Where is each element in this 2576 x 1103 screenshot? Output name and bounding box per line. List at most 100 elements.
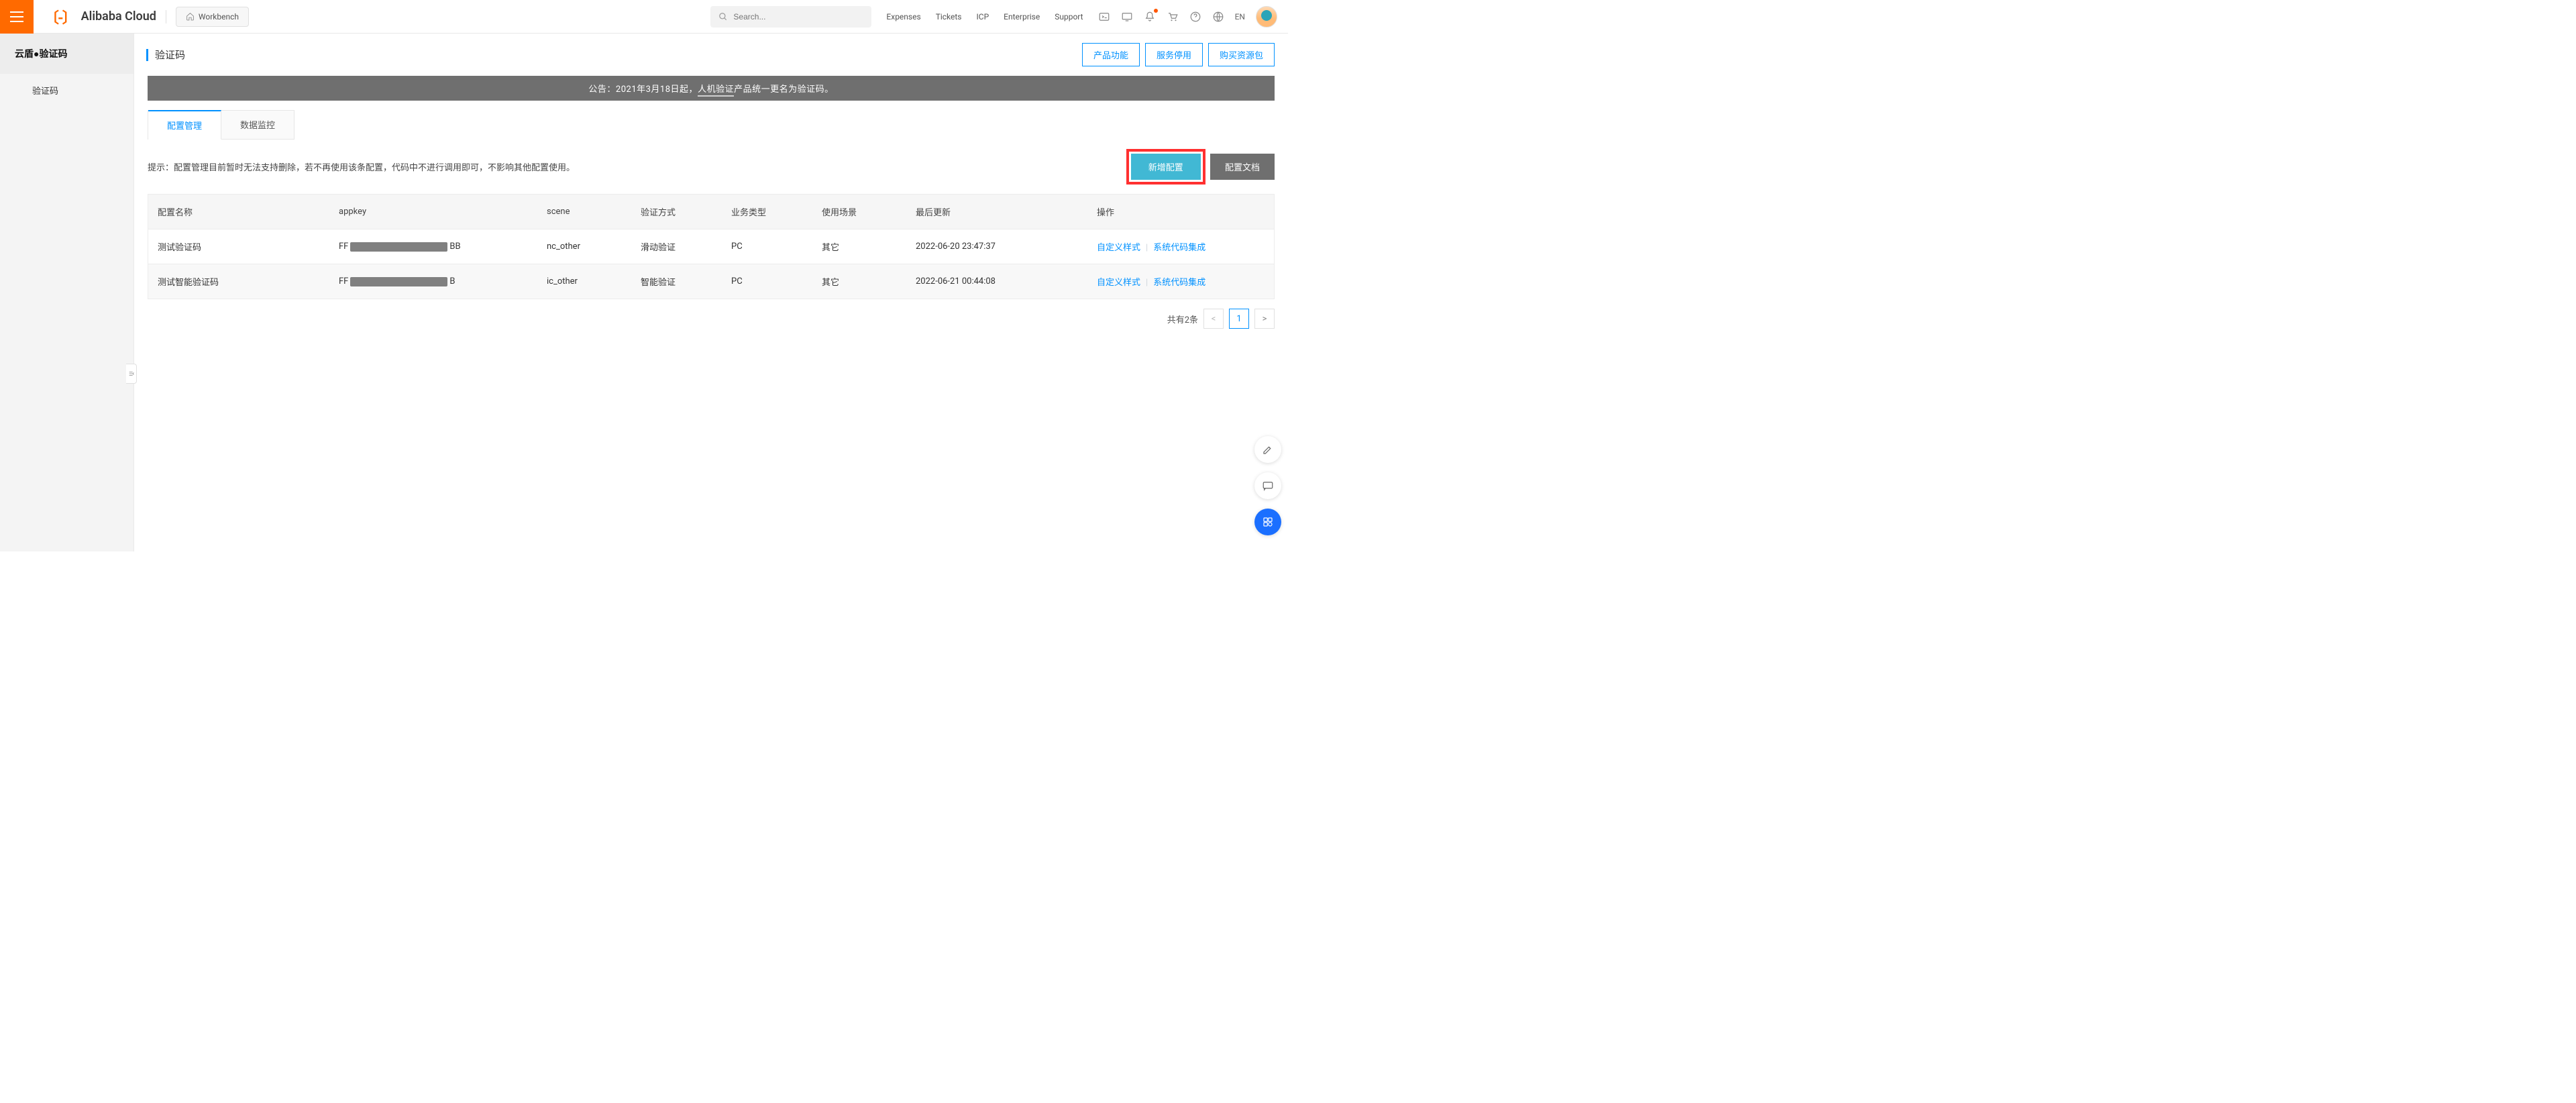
- th-time: 最后更新: [906, 195, 1087, 229]
- hamburger-menu-button[interactable]: [0, 0, 34, 34]
- logo-text: Alibaba Cloud: [81, 9, 156, 23]
- appkey-suffix: BB: [449, 242, 460, 252]
- cart-icon[interactable]: [1167, 11, 1179, 23]
- op-separator: |: [1146, 278, 1148, 288]
- cell-biz: PC: [722, 231, 812, 262]
- appkey-suffix: B: [449, 276, 455, 286]
- notification-dot: [1154, 9, 1158, 13]
- redacted-block: [350, 242, 447, 252]
- cell-verify: 智能验证: [631, 264, 722, 299]
- page-next-button[interactable]: >: [1254, 309, 1275, 329]
- cloudshell-icon[interactable]: [1098, 11, 1110, 23]
- search-icon: [718, 12, 728, 21]
- page-number-button[interactable]: 1: [1229, 309, 1249, 329]
- tab-monitor[interactable]: 数据监控: [221, 111, 294, 140]
- redacted-block: [350, 277, 447, 286]
- page-title: 验证码: [155, 48, 1077, 62]
- service-stop-button[interactable]: 服务停用: [1145, 43, 1203, 66]
- floating-actions: [1254, 436, 1281, 535]
- apps-float-button[interactable]: [1254, 509, 1281, 535]
- tip-row: 提示：配置管理目前暂时无法支持删除，若不再使用该条配置，代码中不进行调用即可，不…: [148, 140, 1275, 194]
- cell-appkey: FF BB: [329, 231, 537, 262]
- page-header: 验证码 产品功能 服务停用 购买资源包: [134, 34, 1288, 76]
- product-feature-button[interactable]: 产品功能: [1082, 43, 1140, 66]
- cell-name: 测试验证码: [148, 229, 329, 264]
- tabs: 配置管理 数据监控: [148, 110, 294, 140]
- topbar: 〔-〕 Alibaba Cloud Workbench Expenses Tic…: [0, 0, 1288, 34]
- sidebar: 云盾●验证码 验证码: [0, 34, 134, 552]
- th-verify: 验证方式: [631, 195, 722, 229]
- globe-icon[interactable]: [1212, 11, 1224, 23]
- sidebar-title: 云盾●验证码: [0, 34, 133, 74]
- search-box[interactable]: [710, 6, 871, 28]
- search-input[interactable]: [733, 12, 863, 21]
- op-custom-style[interactable]: 自定义样式: [1097, 278, 1140, 288]
- announcement-link[interactable]: 人机验证: [698, 85, 734, 97]
- hamburger-icon: [10, 11, 23, 22]
- cell-appkey: FF B: [329, 266, 537, 297]
- cell-use: 其它: [812, 264, 906, 299]
- announcement-prefix: 公告：2021年3月18日起，: [588, 85, 698, 95]
- body: 云盾●验证码 验证码 验证码 产品功能 服务停用 购买资源包 公告：2021年3…: [0, 34, 1288, 552]
- cell-scene: ic_other: [537, 266, 631, 297]
- page-prev-button[interactable]: <: [1203, 309, 1224, 329]
- config-doc-button[interactable]: 配置文档: [1210, 154, 1275, 180]
- announcement-suffix: 产品统一更名为验证码。: [734, 85, 834, 95]
- op-separator: |: [1146, 243, 1148, 253]
- tip-text: 提示：配置管理目前暂时无法支持删除，若不再使用该条配置，代码中不进行调用即可，不…: [148, 160, 1126, 173]
- help-icon[interactable]: [1189, 11, 1201, 23]
- cell-ops: 自定义样式 | 系统代码集成: [1087, 264, 1274, 299]
- logo-bracket-icon: 〔-〕: [44, 6, 76, 28]
- nav-support[interactable]: Support: [1055, 12, 1083, 21]
- cell-use: 其它: [812, 229, 906, 264]
- op-code-integration[interactable]: 系统代码集成: [1153, 243, 1205, 253]
- appkey-prefix: FF: [339, 242, 348, 252]
- th-biz: 业务类型: [722, 195, 812, 229]
- sidebar-item-captcha[interactable]: 验证码: [0, 74, 133, 107]
- announcement-bar: 公告：2021年3月18日起，人机验证产品统一更名为验证码。: [148, 76, 1275, 101]
- cell-time: 2022-06-20 23:47:37: [906, 231, 1087, 262]
- top-nav-links: Expenses Tickets ICP Enterprise Support: [886, 12, 1083, 21]
- chat-float-button[interactable]: [1254, 472, 1281, 499]
- tab-config[interactable]: 配置管理: [148, 110, 221, 140]
- collapse-icon: [128, 370, 135, 377]
- cell-name: 测试智能验证码: [148, 264, 329, 299]
- screen-icon[interactable]: [1121, 11, 1133, 23]
- cell-verify: 滑动验证: [631, 229, 722, 264]
- table-row: 测试验证码 FF BB nc_other 滑动验证 PC 其它 2022-06-2…: [148, 229, 1274, 264]
- cell-scene: nc_other: [537, 231, 631, 262]
- apps-icon: [1262, 516, 1274, 528]
- pagination: 共有2条 < 1 >: [148, 299, 1275, 338]
- table-header: 配置名称 appkey scene 验证方式 业务类型 使用场景 最后更新 操作: [148, 195, 1274, 229]
- sidebar-collapse-button[interactable]: [126, 364, 137, 384]
- pencil-icon: [1262, 443, 1274, 456]
- th-use: 使用场景: [812, 195, 906, 229]
- bell-icon[interactable]: [1144, 11, 1156, 23]
- th-name: 配置名称: [148, 195, 329, 229]
- avatar[interactable]: [1256, 6, 1277, 28]
- home-icon: [186, 12, 195, 21]
- cell-biz: PC: [722, 266, 812, 297]
- title-accent-bar: [146, 49, 148, 61]
- op-custom-style[interactable]: 自定义样式: [1097, 243, 1140, 253]
- op-code-integration[interactable]: 系统代码集成: [1153, 278, 1205, 288]
- workbench-button[interactable]: Workbench: [176, 7, 249, 27]
- table-row: 测试智能验证码 FF B ic_other 智能验证 PC 其它 2022-06-…: [148, 264, 1274, 299]
- nav-enterprise[interactable]: Enterprise: [1004, 12, 1040, 21]
- new-config-button[interactable]: 新增配置: [1131, 154, 1201, 180]
- workbench-label: Workbench: [199, 12, 239, 21]
- edit-float-button[interactable]: [1254, 436, 1281, 463]
- config-table: 配置名称 appkey scene 验证方式 业务类型 使用场景 最后更新 操作…: [148, 194, 1275, 299]
- nav-tickets[interactable]: Tickets: [936, 12, 962, 21]
- language-switch[interactable]: EN: [1235, 12, 1245, 21]
- nav-icp[interactable]: ICP: [977, 12, 989, 21]
- appkey-prefix: FF: [339, 276, 348, 286]
- th-ops: 操作: [1087, 195, 1274, 229]
- buy-resource-button[interactable]: 购买资源包: [1208, 43, 1275, 66]
- chat-icon: [1262, 480, 1274, 492]
- highlight-new-config: 新增配置: [1126, 149, 1205, 185]
- nav-expenses[interactable]: Expenses: [886, 12, 920, 21]
- logo[interactable]: 〔-〕 Alibaba Cloud: [44, 6, 156, 28]
- cell-time: 2022-06-21 00:44:08: [906, 266, 1087, 297]
- th-appkey: appkey: [329, 196, 537, 227]
